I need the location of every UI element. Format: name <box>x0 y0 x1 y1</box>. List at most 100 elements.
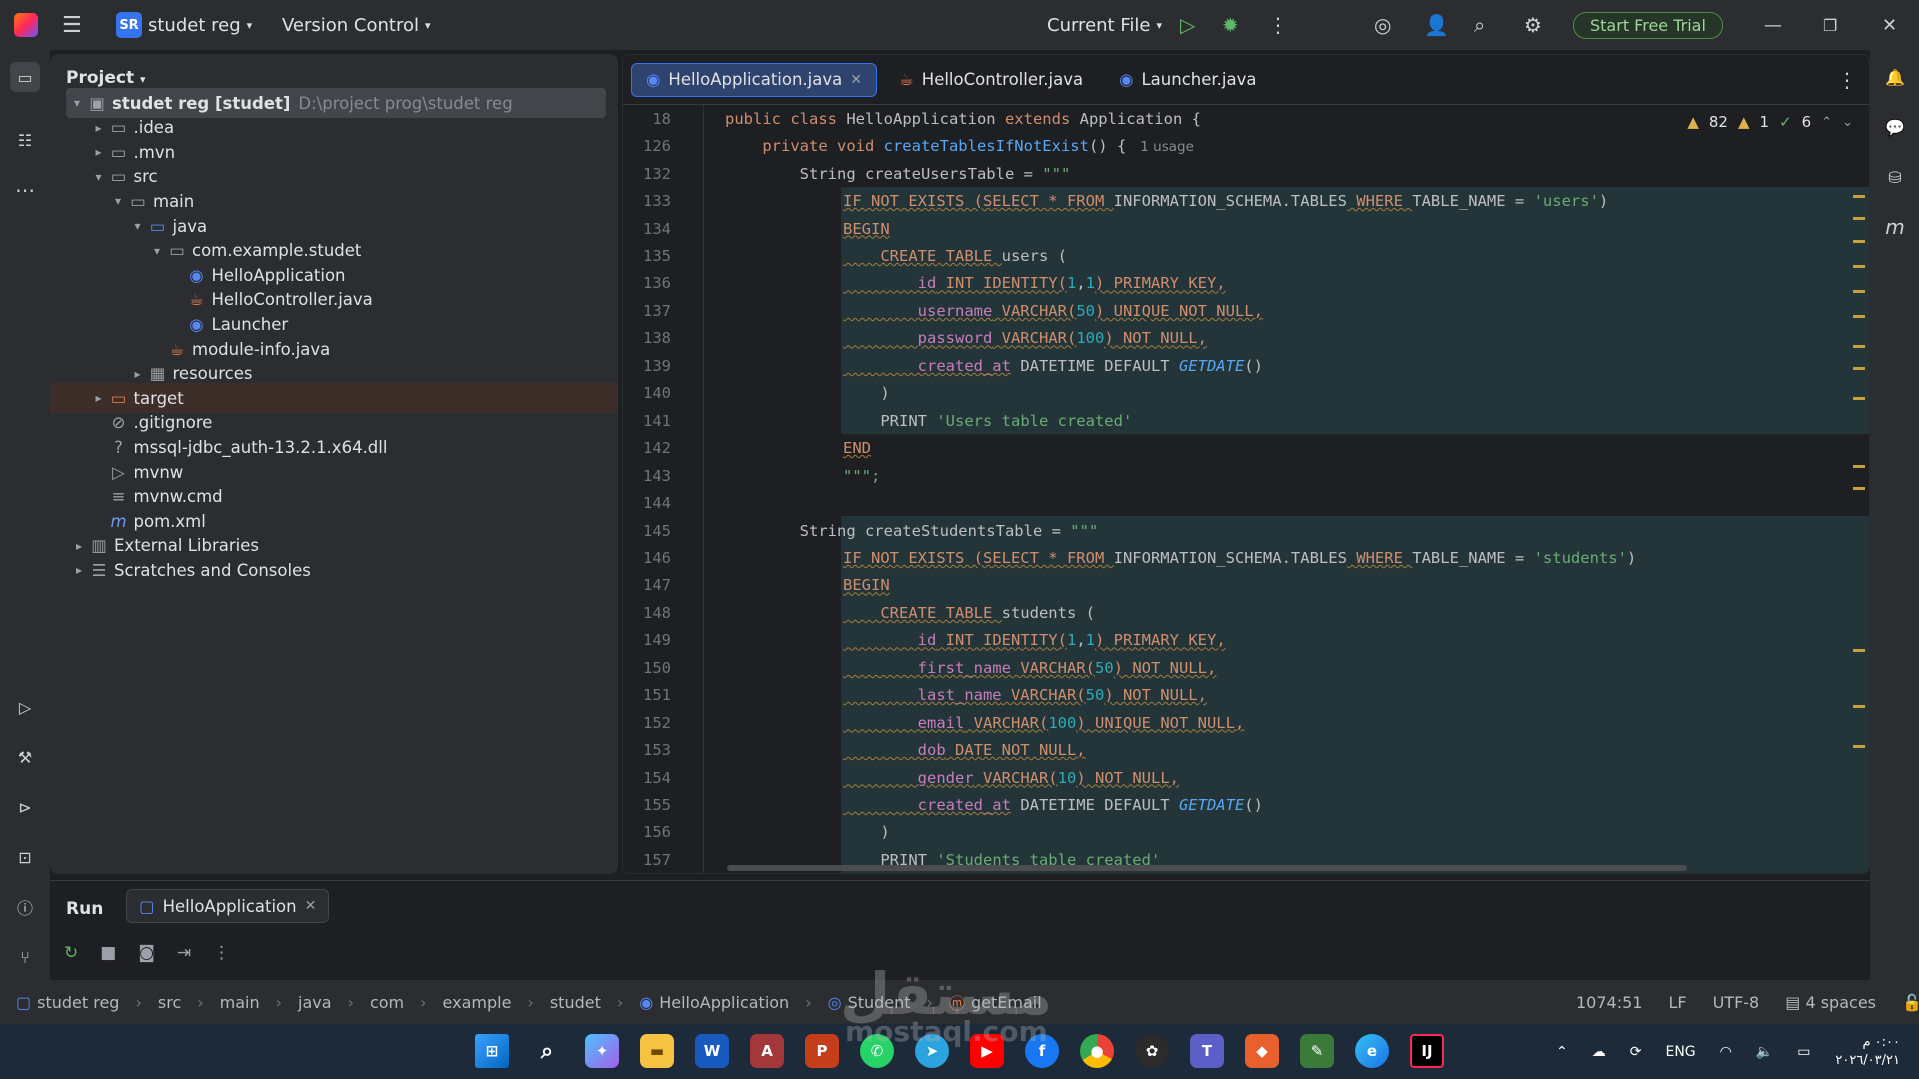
git-icon[interactable]: ⑂ <box>10 942 40 972</box>
version-control-menu[interactable]: Version Control ▾ <box>282 15 431 36</box>
chatgpt-icon[interactable]: ✿ <box>1135 1034 1169 1068</box>
chevron-down-icon[interactable]: ▾ <box>148 244 166 258</box>
code-line[interactable]: 147 BEGIN <box>623 572 1869 600</box>
stop-icon[interactable]: ■ <box>100 943 116 963</box>
line-number[interactable]: 149 <box>623 631 671 649</box>
code-line[interactable]: 144 <box>623 489 1869 517</box>
intellij-taskbar-icon[interactable]: IJ <box>1410 1034 1444 1068</box>
more-icon[interactable]: ⋮ <box>213 943 230 963</box>
tab-launcher[interactable]: ◉ Launcher.java <box>1105 63 1270 97</box>
line-number[interactable]: 138 <box>623 329 671 347</box>
run-icon[interactable]: ▷ <box>1180 13 1195 37</box>
exit-icon[interactable]: ⇥ <box>177 943 191 963</box>
code-line[interactable]: 141 PRINT 'Users table created' <box>623 407 1869 435</box>
language-indicator[interactable]: ENG <box>1665 1044 1695 1060</box>
powerpoint-icon[interactable]: P <box>805 1034 839 1068</box>
line-number[interactable]: 148 <box>623 604 671 622</box>
onedrive-icon[interactable]: ☁ <box>1592 1044 1606 1060</box>
code-line[interactable]: 134 BEGIN <box>623 215 1869 243</box>
search-icon[interactable]: ⌕ <box>1474 13 1485 37</box>
line-number[interactable]: 126 <box>623 137 671 155</box>
tab-hello-controller[interactable]: ☕ HelloController.java <box>885 63 1097 97</box>
line-number[interactable]: 137 <box>623 302 671 320</box>
breadcrumb-item[interactable]: ▢ studet reg <box>16 993 119 1012</box>
code-line[interactable]: 139 created_at DATETIME DEFAULT GETDATE(… <box>623 352 1869 380</box>
sublime-icon[interactable]: ◆ <box>1245 1034 1279 1068</box>
error-stripe-mark[interactable] <box>1853 345 1865 348</box>
error-stripe-mark[interactable] <box>1853 705 1865 708</box>
code-line[interactable]: 152 email VARCHAR(100) UNIQUE NOT NULL, <box>623 709 1869 737</box>
chevron-right-icon[interactable]: ▸ <box>90 121 108 135</box>
line-number[interactable]: 134 <box>623 220 671 238</box>
code-line[interactable]: 136 id INT IDENTITY(1,1) PRIMARY KEY, <box>623 270 1869 298</box>
close-icon[interactable]: ✕ <box>305 898 317 914</box>
edge-icon[interactable]: e <box>1355 1034 1389 1068</box>
error-stripe-mark[interactable] <box>1853 649 1865 652</box>
error-stripe-mark[interactable] <box>1853 290 1865 293</box>
access-icon[interactable]: A <box>750 1034 784 1068</box>
more-actions-icon[interactable]: ⋮ <box>1268 13 1288 37</box>
breadcrumb-item[interactable]: studet <box>550 993 601 1012</box>
line-number[interactable]: 152 <box>623 714 671 732</box>
line-number[interactable]: 153 <box>623 741 671 759</box>
error-stripe-mark[interactable] <box>1853 367 1865 370</box>
line-number[interactable]: 146 <box>623 549 671 567</box>
usage-hint[interactable]: 1 usage <box>1140 139 1194 155</box>
services-icon[interactable]: ⊳ <box>10 792 40 822</box>
line-number[interactable]: 154 <box>623 769 671 787</box>
wifi-icon[interactable]: ◠ <box>1720 1044 1732 1060</box>
line-number[interactable]: 155 <box>623 796 671 814</box>
app-tool-icon[interactable]: ✎ <box>1300 1034 1334 1068</box>
notifications-icon[interactable]: 🔔 <box>1880 62 1910 92</box>
structure-icon[interactable]: ☷ <box>10 125 40 155</box>
build-icon[interactable]: ⚒ <box>10 742 40 772</box>
project-panel-header[interactable]: Project ▾ <box>66 68 146 88</box>
sync-icon[interactable]: ⟳ <box>1630 1044 1642 1060</box>
search-icon[interactable]: ⌕ <box>530 1034 564 1068</box>
error-stripe-mark[interactable] <box>1853 195 1865 198</box>
clock[interactable]: ٠:٠٠ م ٢٠٢٦/٠٣/٢١ <box>1830 1024 1900 1079</box>
indent-setting[interactable]: ▤ 4 spaces <box>1785 993 1876 1012</box>
close-icon[interactable]: ✕ <box>850 72 862 88</box>
code-line[interactable]: 138 password VARCHAR(100) NOT NULL, <box>623 325 1869 353</box>
code-line[interactable]: 132 String createUsersTable = """ <box>623 160 1869 188</box>
word-icon[interactable]: W <box>695 1034 729 1068</box>
chevron-down-icon[interactable]: ▾ <box>90 170 108 184</box>
error-stripe-mark[interactable] <box>1853 397 1865 400</box>
horizontal-scrollbar[interactable] <box>727 865 1687 871</box>
close-icon[interactable]: ✕ <box>1882 15 1897 36</box>
error-stripe-mark[interactable] <box>1853 465 1865 468</box>
error-stripe-mark[interactable] <box>1853 745 1865 748</box>
error-stripe-mark[interactable] <box>1853 487 1865 490</box>
chevron-right-icon[interactable]: ▸ <box>70 539 88 553</box>
run-tool-icon[interactable]: ▷ <box>10 692 40 722</box>
battery-icon[interactable]: ▭ <box>1797 1044 1810 1060</box>
file-explorer-icon[interactable]: ▬ <box>640 1034 674 1068</box>
maven-tool-icon[interactable]: m <box>1880 212 1910 242</box>
line-number[interactable]: 18 <box>623 110 671 128</box>
chevron-up-icon[interactable]: ⌃ <box>1556 1044 1568 1060</box>
chevron-right-icon[interactable]: ▸ <box>129 367 147 381</box>
code-line[interactable]: 142 END <box>623 434 1869 462</box>
code-line[interactable]: 135 CREATE TABLE users ( <box>623 242 1869 270</box>
more-tools-icon[interactable]: ⋯ <box>10 175 40 205</box>
line-number[interactable]: 133 <box>623 192 671 210</box>
chevron-right-icon[interactable]: ▸ <box>70 563 88 577</box>
main-menu-icon[interactable]: ☰ <box>62 13 82 38</box>
code-line[interactable]: 140 ) <box>623 380 1869 408</box>
caret-position[interactable]: 1074:51 <box>1576 993 1642 1012</box>
start-free-trial-button[interactable]: Start Free Trial <box>1573 11 1723 39</box>
line-number[interactable]: 143 <box>623 467 671 485</box>
code-line[interactable]: 150 first_name VARCHAR(50) NOT NULL, <box>623 654 1869 682</box>
restore-icon[interactable]: ❐ <box>1823 16 1837 35</box>
line-number[interactable]: 140 <box>623 384 671 402</box>
chevron-down-icon[interactable]: ▾ <box>109 194 127 208</box>
problems-icon[interactable]: ⓘ <box>10 892 40 922</box>
database-icon[interactable]: ⛁ <box>1880 162 1910 192</box>
intellij-logo-icon[interactable] <box>14 13 38 37</box>
line-number[interactable]: 150 <box>623 659 671 677</box>
code-line[interactable]: 155 created_at DATETIME DEFAULT GETDATE(… <box>623 791 1869 819</box>
line-number[interactable]: 145 <box>623 522 671 540</box>
chevron-down-icon[interactable]: ▾ <box>68 96 86 110</box>
add-user-icon[interactable]: 👤 <box>1424 13 1449 37</box>
